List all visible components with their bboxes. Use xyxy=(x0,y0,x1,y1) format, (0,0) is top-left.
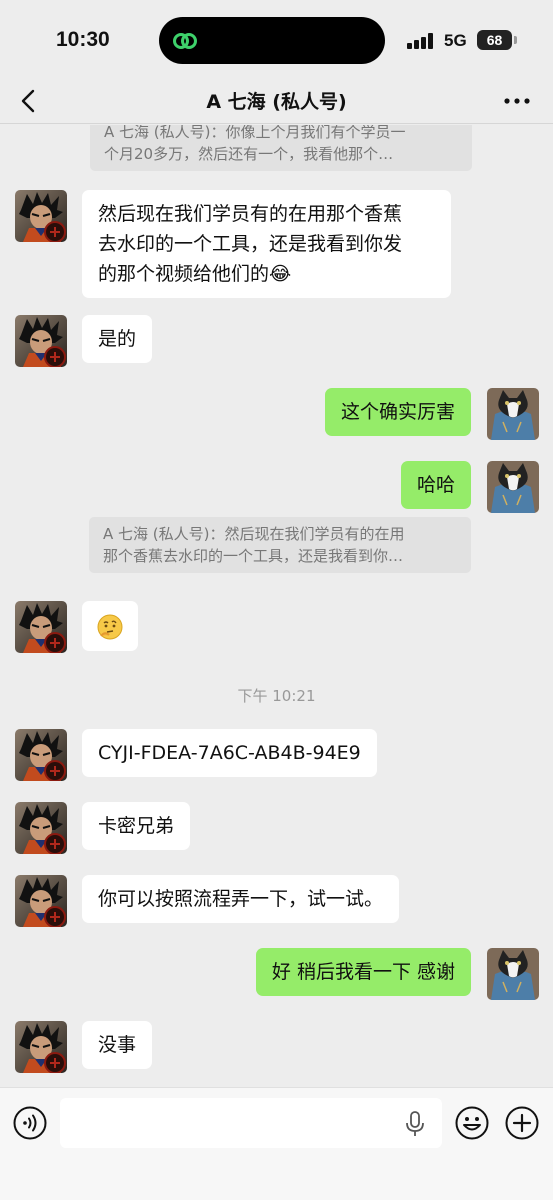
battery-icon: 68 xyxy=(477,30,512,50)
quoted-message[interactable]: A 七海 (私人号)：然后现在我们学员有的在用 那个香蕉去水印的一个工具，还是我… xyxy=(89,517,471,573)
battery-tip xyxy=(514,36,517,44)
my-avatar[interactable] xyxy=(487,461,539,513)
quote-line: 个月20多万，然后还有一个，我看他那个… xyxy=(104,145,394,163)
message-bubble-incoming[interactable]: 没事 xyxy=(82,1021,153,1069)
status-time: 10:30 xyxy=(56,28,110,51)
my-avatar[interactable] xyxy=(487,388,539,440)
message-text: 哈哈 xyxy=(416,474,455,496)
quote-line: A 七海 (私人号)：你像上个月我们有个学员一 xyxy=(104,125,406,141)
my-avatar[interactable] xyxy=(487,948,539,1000)
message-bubble-incoming[interactable] xyxy=(82,601,138,651)
message-text: 好 稍后我看一下 感谢 xyxy=(271,961,455,983)
message-bubble-incoming[interactable]: 然后现在我们学员有的在用那个香蕉 去水印的一个工具，还是我看到你发 的那个视频给… xyxy=(82,190,451,298)
message-input[interactable] xyxy=(60,1098,442,1148)
message-bubble-incoming[interactable]: 你可以按照流程弄一下，试一试。 xyxy=(82,875,400,923)
contact-avatar[interactable] xyxy=(15,729,67,781)
mic-icon[interactable] xyxy=(402,1110,428,1138)
message-timestamp: 下午 10:21 xyxy=(237,687,316,705)
chat-title[interactable]: A 七海 (私人号) xyxy=(0,87,553,114)
contact-avatar[interactable] xyxy=(15,1021,67,1073)
quoted-message[interactable]: A 七海 (私人号)：你像上个月我们有个学员一 个月20多万，然后还有一个，我看… xyxy=(90,125,472,171)
more-icon[interactable] xyxy=(500,86,534,116)
status-bar: 10:30 5G 68 xyxy=(0,0,553,80)
emoji-icon[interactable] xyxy=(455,1106,489,1140)
message-bubble-outgoing[interactable]: 好 稍后我看一下 感谢 xyxy=(255,948,471,996)
message-text: 去水印的一个工具，还是我看到你发 xyxy=(98,233,403,255)
contact-avatar[interactable] xyxy=(15,802,67,854)
message-text: 没事 xyxy=(98,1034,137,1056)
message-bubble-incoming[interactable]: 卡密兄弟 xyxy=(82,802,191,850)
message-list[interactable]: A 七海 (私人号)：你像上个月我们有个学员一 个月20多万，然后还有一个，我看… xyxy=(0,125,553,1087)
voice-icon[interactable] xyxy=(13,1106,47,1140)
message-bubble-incoming[interactable]: CYJI-FDEA-7A6C-AB4B-94E9 xyxy=(82,729,377,777)
message-text: 卡密兄弟 xyxy=(98,815,175,837)
thinking-emoji-icon xyxy=(97,614,123,640)
plus-icon[interactable] xyxy=(505,1106,539,1140)
contact-avatar[interactable] xyxy=(15,190,67,242)
network-type: 5G xyxy=(444,31,467,50)
dynamic-island xyxy=(159,17,385,64)
link-icon xyxy=(173,33,197,49)
message-bubble-incoming[interactable]: 是的 xyxy=(82,315,153,363)
input-bar xyxy=(0,1087,553,1200)
message-text: 你可以按照流程弄一下，试一试。 xyxy=(98,888,384,910)
message-text: 是的 xyxy=(98,328,137,350)
contact-avatar[interactable] xyxy=(15,875,67,927)
contact-avatar[interactable] xyxy=(15,601,67,653)
contact-avatar[interactable] xyxy=(15,315,67,367)
message-text: CYJI-FDEA-7A6C-AB4B-94E9 xyxy=(98,742,361,764)
quote-line: A 七海 (私人号)：然后现在我们学员有的在用 xyxy=(103,525,405,543)
message-bubble-outgoing[interactable]: 这个确实厉害 xyxy=(324,388,471,436)
quote-line: 那个香蕉去水印的一个工具，还是我看到你… xyxy=(103,547,404,565)
chat-header: A 七海 (私人号) xyxy=(0,78,553,124)
message-bubble-outgoing[interactable]: 哈哈 xyxy=(400,461,471,509)
signal-icon xyxy=(407,33,435,49)
message-text: 这个确实厉害 xyxy=(340,401,455,423)
message-text: 然后现在我们学员有的在用那个香蕉 xyxy=(98,203,403,225)
message-text: 的那个视频给他们的😂 xyxy=(98,263,292,285)
